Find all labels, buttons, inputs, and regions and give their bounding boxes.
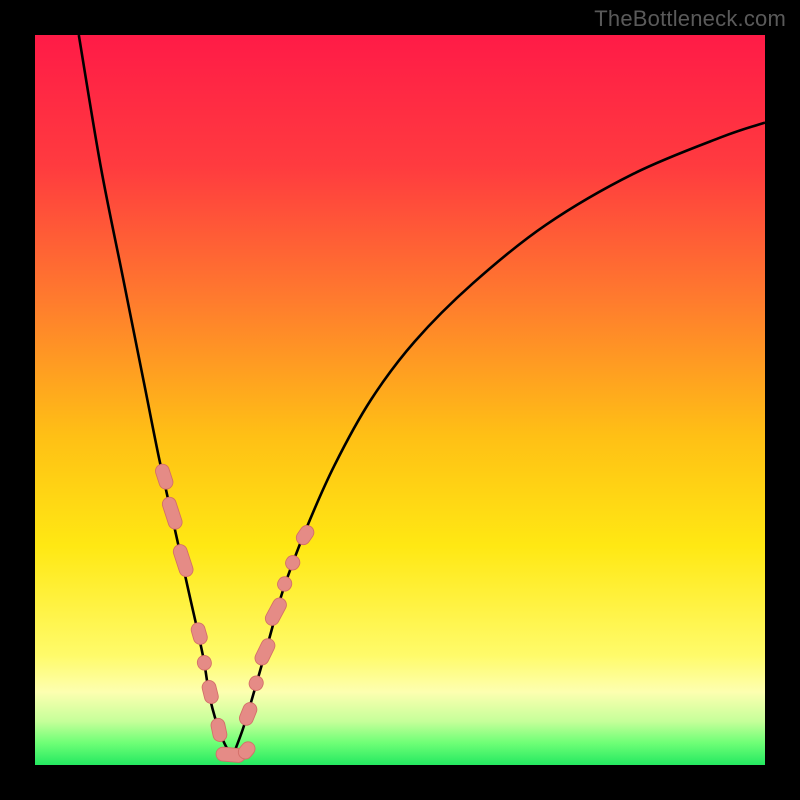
data-marker xyxy=(294,523,317,548)
watermark-text: TheBottleneck.com xyxy=(594,6,786,32)
chart-frame: TheBottleneck.com xyxy=(0,0,800,800)
data-marker xyxy=(196,654,213,672)
data-marker xyxy=(172,543,195,579)
data-marker xyxy=(201,679,220,705)
chart-curves xyxy=(35,35,765,765)
data-marker xyxy=(275,574,294,594)
data-marker xyxy=(237,700,259,727)
data-marker xyxy=(283,553,302,573)
data-marker xyxy=(154,462,175,491)
plot-area xyxy=(35,35,765,765)
data-marker xyxy=(247,674,266,693)
curve-right-branch xyxy=(232,123,765,758)
data-marker xyxy=(253,636,278,667)
curve-left-branch xyxy=(79,35,232,758)
data-marker xyxy=(263,596,289,628)
data-marker xyxy=(190,621,209,646)
data-marker xyxy=(210,717,228,743)
data-marker xyxy=(161,495,184,531)
